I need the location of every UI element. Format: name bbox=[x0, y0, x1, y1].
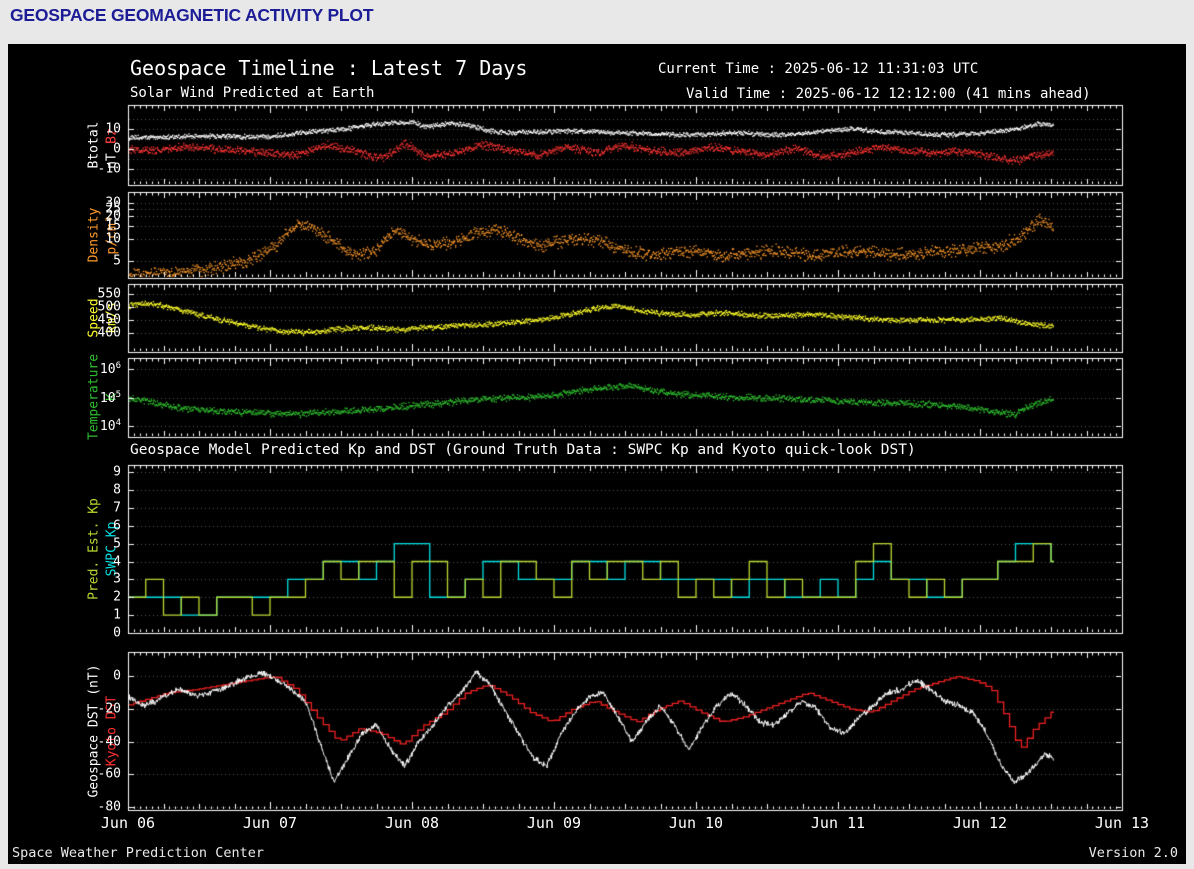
y-tick-label: 105 bbox=[99, 389, 121, 406]
x-axis-label: Jun 06 bbox=[100, 814, 156, 832]
y-tick-label: 2 bbox=[113, 589, 121, 605]
footer-swpc: Space Weather Prediction Center bbox=[12, 845, 264, 861]
kp-dst-section-title: Geospace Model Predicted Kp and DST (Gro… bbox=[130, 442, 916, 458]
y-tick-label: 1 bbox=[113, 607, 121, 623]
x-axis-label: Jun 08 bbox=[384, 814, 440, 832]
y-tick-label: 6 bbox=[113, 518, 121, 534]
x-axis-label: Jun 10 bbox=[668, 814, 724, 832]
y-tick-label: 10 bbox=[105, 121, 121, 137]
y-tick-label: 0 bbox=[113, 625, 121, 641]
y-tick-label: 3 bbox=[113, 571, 121, 587]
current-time: Current Time : 2025-06-12 11:31:03 UTC bbox=[658, 61, 979, 77]
solar-wind-subtitle: Solar Wind Predicted at Earth bbox=[130, 85, 375, 101]
x-axis-label: Jun 07 bbox=[242, 814, 298, 832]
y-tick-label: -20 bbox=[97, 701, 121, 717]
y-tick-label: 10 bbox=[105, 231, 121, 247]
y-tick-label: -60 bbox=[97, 766, 121, 782]
x-axis-label: Jun 13 bbox=[1094, 814, 1150, 832]
x-axis-label: Jun 11 bbox=[810, 814, 866, 832]
geospace-plot: Geospace Timeline : Latest 7 Days Curren… bbox=[8, 44, 1186, 864]
y-tick-label: 9 bbox=[113, 464, 121, 480]
y-tick-label: 400 bbox=[97, 325, 121, 341]
y-tick-label: -40 bbox=[97, 734, 121, 750]
y-tick-label: 5 bbox=[113, 536, 121, 552]
y-tick-label: 5 bbox=[113, 253, 121, 269]
plot-title: Geospace Timeline : Latest 7 Days bbox=[130, 56, 528, 80]
x-axis-label: Jun 09 bbox=[526, 814, 582, 832]
y-tick-label: 0 bbox=[113, 668, 121, 684]
y-tick-label: 0 bbox=[113, 141, 121, 157]
y-tick-label: 106 bbox=[99, 361, 121, 378]
y-tick-label: 7 bbox=[113, 500, 121, 516]
y-tick-label: -10 bbox=[97, 161, 121, 177]
valid-time: Valid Time : 2025-06-12 12:12:00 (41 min… bbox=[686, 86, 1091, 102]
y-tick-label: -80 bbox=[97, 799, 121, 815]
y-tick-label: 4 bbox=[113, 554, 121, 569]
y-tick-label: 104 bbox=[99, 417, 121, 434]
page-title: GEOSPACE GEOMAGNETIC ACTIVITY PLOT bbox=[10, 5, 374, 25]
y-tick-label: 8 bbox=[113, 482, 121, 498]
footer-version: Version 2.0 bbox=[1088, 845, 1178, 861]
x-axis-label: Jun 12 bbox=[952, 814, 1008, 832]
